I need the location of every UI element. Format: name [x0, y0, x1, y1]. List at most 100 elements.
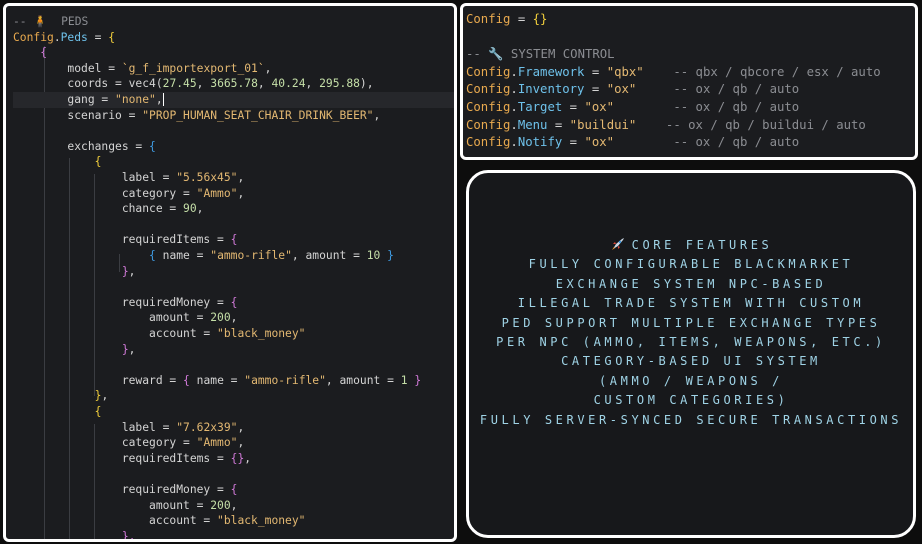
code-token: Config	[466, 117, 511, 132]
code-line[interactable]: Config.Menu = "buildui" -- ox / qb / bui…	[466, 116, 866, 134]
feature-line: illegal trade system with custom	[517, 296, 865, 311]
code-token: ,	[196, 202, 204, 216]
code-token: ,	[237, 420, 245, 434]
code-token: ,	[305, 77, 320, 91]
feature-line: ped support Multiple exchange types	[501, 315, 881, 330]
code-token: requiredMoney =	[13, 483, 231, 496]
code-token: {	[94, 405, 102, 418]
code-area-config[interactable]: Config = {} -- 🔧 SYSTEM CONTROL Config.Fra…	[463, 6, 915, 157]
code-token: }	[387, 249, 394, 262]
code-line[interactable]: scenario = "PROP_HUMAN_SEAT_CHAIR_DRINK_…	[13, 108, 454, 124]
code-line[interactable]: amount = 200,	[13, 498, 454, 514]
code-line[interactable]: {	[13, 404, 454, 420]
code-token: "7.62x39"	[176, 420, 238, 434]
code-token: ,	[101, 389, 109, 403]
code-token: requiredMoney =	[13, 295, 231, 309]
code-token: .	[510, 64, 518, 79]
code-token: .	[510, 82, 518, 97]
code-line[interactable]	[13, 217, 454, 233]
code-token: 27.45	[162, 77, 197, 91]
code-line[interactable]: exchanges = {	[13, 139, 454, 155]
code-line[interactable]: Config.Target = "ox" -- ox / qb / auto	[466, 98, 799, 116]
code-token: label =	[13, 171, 177, 184]
code-token: "5.56x45"	[176, 171, 238, 184]
code-token: name =	[189, 373, 245, 387]
features-panel: core features Fully configurable blackma…	[466, 170, 916, 538]
code-token: }	[121, 264, 129, 278]
code-token: =	[584, 82, 607, 97]
code-line[interactable]: category = "Ammo",	[13, 186, 454, 202]
code-token: =	[584, 64, 607, 79]
code-token: scenario =	[13, 108, 143, 122]
code-token: ,	[373, 108, 381, 122]
code-line[interactable]: reward = { name = "ammo-rifle", amount =…	[13, 373, 454, 389]
code-token: "black_money"	[217, 514, 306, 528]
code-line[interactable]: },	[13, 342, 454, 358]
code-token: ,	[257, 77, 272, 91]
code-line[interactable]: requiredMoney = {	[13, 295, 454, 311]
code-line[interactable]: {	[13, 45, 454, 61]
code-line[interactable]: account = "black_money"	[13, 513, 454, 529]
code-token: name =	[155, 249, 211, 262]
code-token: {	[108, 30, 116, 44]
code-line[interactable]: { name = "ammo-rifle", amount = 10 }	[13, 248, 454, 264]
code-token: requiredItems =	[13, 451, 231, 465]
code-line[interactable]: requiredItems = {},	[13, 451, 454, 467]
code-token: 3665.78	[210, 77, 258, 91]
code-line[interactable]: coords = vec4(27.45, 3665.78, 40.24, 295…	[13, 76, 454, 92]
code-token: ,	[230, 498, 238, 512]
lua-editor-config[interactable]: Config = {} -- 🔧 SYSTEM CONTROL Config.Fra…	[460, 3, 918, 160]
code-line[interactable]: account = "black_money"	[13, 326, 454, 342]
code-token: PEDS	[47, 15, 89, 28]
code-token: Config	[466, 135, 511, 150]
code-token: {}	[532, 12, 548, 26]
code-line[interactable]	[13, 123, 454, 139]
code-token: 200	[210, 311, 231, 325]
code-line[interactable]: Config.Framework = "qbx" -- qbx / qbcore…	[466, 63, 881, 81]
feature-line: exchange system NPC-based	[555, 276, 827, 291]
feature-line: Fully server-synced secure transactions	[479, 412, 903, 427]
code-token: ,	[237, 171, 245, 184]
lua-editor-peds[interactable]: -- 🧍 PEDS Config.Peds = { { model = `g_f_…	[3, 3, 457, 542]
code-token: {	[149, 249, 156, 262]
code-token: {	[183, 373, 190, 387]
code-line[interactable]: Config.Notify = "ox" -- ox / qb / auto	[466, 133, 799, 151]
code-token: , amount =	[325, 373, 401, 387]
code-token: "none"	[115, 93, 156, 106]
code-line[interactable]: Config = {}	[466, 10, 547, 28]
code-line[interactable]: gang = "none",	[13, 92, 454, 108]
code-token: account =	[13, 327, 218, 340]
code-line[interactable]: label = "5.56x45",	[13, 170, 454, 186]
code-line[interactable]: Config.Peds = {	[13, 30, 454, 46]
code-line[interactable]: },	[13, 264, 454, 280]
code-line[interactable]	[13, 466, 454, 482]
code-line[interactable]: -- 🧍 PEDS	[13, 14, 454, 30]
code-line[interactable]: amount = 200,	[13, 310, 454, 326]
code-line[interactable]: -- 🔧 SYSTEM CONTROL	[466, 45, 615, 63]
code-area[interactable]: -- 🧍 PEDS Config.Peds = { { model = `g_f_…	[6, 6, 454, 539]
features-list: core features Fully configurable blackma…	[469, 236, 913, 430]
code-line[interactable]	[13, 279, 454, 295]
code-line[interactable]: label = "7.62x39",	[13, 420, 454, 436]
code-token: -- ox / qb / auto	[614, 135, 800, 150]
feature-line: (Ammo / Weapons /	[598, 373, 784, 388]
code-token: {	[230, 295, 238, 309]
code-line[interactable]: },	[13, 529, 454, 539]
code-line[interactable]: requiredItems = {	[13, 232, 454, 248]
code-line[interactable]: requiredMoney = {	[13, 482, 454, 498]
feature-line: per NPC (ammo, items, weapons, etc.)	[496, 334, 886, 349]
code-line[interactable]: {	[13, 154, 454, 170]
code-token: Target	[517, 100, 563, 114]
code-line[interactable]: category = "Ammo",	[13, 435, 454, 451]
code-line[interactable]	[13, 357, 454, 373]
code-line[interactable]: model = `g_f_importexport_01`,	[13, 61, 454, 77]
code-token: ,	[237, 186, 245, 200]
code-line[interactable]: chance = 90,	[13, 201, 454, 217]
code-token: chance =	[13, 202, 184, 216]
code-token: exchanges =	[13, 139, 150, 153]
code-line[interactable]: },	[13, 388, 454, 404]
code-line[interactable]: Config.Inventory = "ox" -- ox / qb / aut…	[466, 80, 799, 98]
